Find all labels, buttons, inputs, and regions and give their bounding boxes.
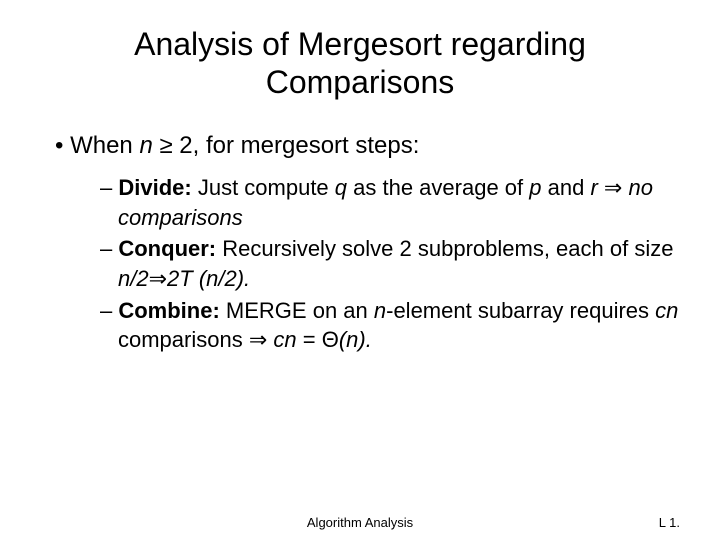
- sub-item-combine: – Combine: MERGE on an n-element subarra…: [100, 296, 680, 355]
- arrow: ⇒: [598, 175, 629, 200]
- var-2t: 2T (n/2).: [167, 266, 250, 291]
- text: comparisons ⇒: [118, 327, 273, 352]
- main-prefix: • When: [55, 132, 139, 159]
- var-r: r: [590, 175, 597, 200]
- var-cn: cn: [655, 298, 678, 323]
- text: MERGE on an: [226, 298, 374, 323]
- var-q: q: [335, 175, 347, 200]
- dash: –: [100, 175, 118, 200]
- sub-item-divide: – Divide: Just compute q as the average …: [100, 173, 680, 232]
- var-n2: n: [374, 298, 386, 323]
- label-divide: Divide:: [118, 175, 197, 200]
- label-combine: Combine:: [118, 298, 226, 323]
- text: as the average of: [347, 175, 529, 200]
- main-bullet: • When n ≥ 2, for mergesort steps:: [55, 130, 680, 161]
- footer-center: Algorithm Analysis: [307, 515, 413, 530]
- var-n: n: [139, 132, 152, 159]
- arrow: ⇒: [149, 266, 167, 291]
- sub-bullet-list: – Divide: Just compute q as the average …: [100, 173, 680, 355]
- dash: –: [100, 236, 118, 261]
- title-line-1: Analysis of Mergesort regarding: [134, 26, 586, 62]
- slide-title: Analysis of Mergesort regarding Comparis…: [40, 25, 680, 102]
- text: and: [542, 175, 591, 200]
- var-n-over-2: n/2: [118, 266, 149, 291]
- sub-item-conquer: – Conquer: Recursively solve 2 subproble…: [100, 234, 680, 293]
- var-p: p: [529, 175, 541, 200]
- dash: –: [100, 298, 118, 323]
- text: = Θ: [297, 327, 339, 352]
- text: -element subarray requires: [386, 298, 655, 323]
- text: Recursively solve 2 subproblems, each of…: [222, 236, 673, 261]
- footer-right: L 1.: [659, 515, 680, 530]
- text: Just compute: [198, 175, 335, 200]
- label-conquer: Conquer:: [118, 236, 222, 261]
- main-mid: ≥ 2, for mergesort steps:: [153, 132, 420, 159]
- title-line-2: Comparisons: [266, 64, 455, 100]
- var-cn2: cn: [273, 327, 296, 352]
- var-theta-n: (n).: [339, 327, 372, 352]
